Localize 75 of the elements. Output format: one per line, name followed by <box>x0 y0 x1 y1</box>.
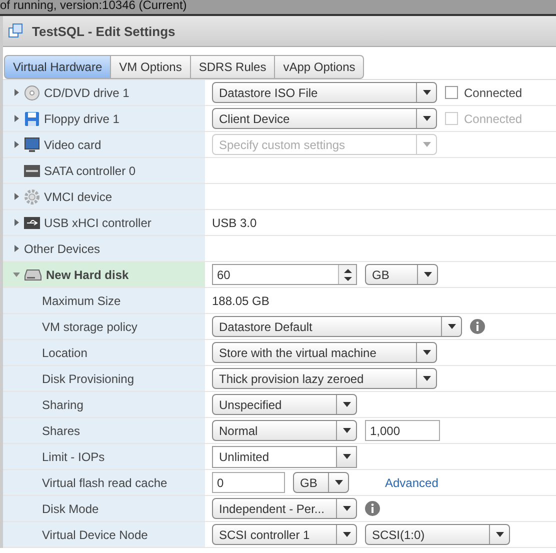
device-label: Video card <box>44 138 102 152</box>
dropdown[interactable]: Normal <box>212 420 357 441</box>
setting-label: Virtual Device Node <box>42 528 148 542</box>
connected-checkbox[interactable]: Connected <box>445 86 522 100</box>
dropdown[interactable]: SCSI(1:0) <box>365 524 510 545</box>
tab[interactable]: VM Options <box>111 55 191 79</box>
device-label: CD/DVD drive 1 <box>44 86 130 100</box>
setting-label: Disk Provisioning <box>42 372 134 386</box>
background-status-text: of running, version:10346 (Current) <box>0 0 187 11</box>
dropdown[interactable]: Thick provision lazy zeroed <box>212 368 437 389</box>
vm-icon <box>8 23 24 39</box>
device-label: New Hard disk <box>46 268 129 282</box>
caret-icon <box>422 116 430 121</box>
dropdown[interactable]: Client Device <box>212 108 437 129</box>
expand-caret-icon[interactable] <box>13 115 20 122</box>
floppy-icon <box>24 110 40 126</box>
caret-icon <box>422 376 430 381</box>
expand-caret-icon[interactable] <box>13 245 20 252</box>
size-spinner-field[interactable]: 60 <box>212 264 357 285</box>
setting-label: Location <box>42 346 88 360</box>
info-icon[interactable] <box>365 501 380 516</box>
caret-icon <box>422 90 430 95</box>
dropdown[interactable]: Unspecified <box>212 394 357 415</box>
advanced-link[interactable]: Advanced <box>385 476 438 490</box>
spinner-arrows-icon[interactable] <box>344 266 352 282</box>
controller-icon <box>24 164 40 176</box>
device-label: Floppy drive 1 <box>44 112 120 126</box>
setting-label: Disk Mode <box>42 502 99 516</box>
device-label: SATA controller 0 <box>44 164 136 178</box>
setting-label: VM storage policy <box>42 320 138 334</box>
value-text: 188.05 GB <box>212 294 270 308</box>
dropdown[interactable]: GB <box>365 264 438 285</box>
collapse-caret-icon[interactable] <box>13 271 20 278</box>
setting-label: Sharing <box>42 398 84 412</box>
expand-caret-icon[interactable] <box>13 193 20 200</box>
device-label: USB xHCI controller <box>44 216 152 230</box>
caret-icon <box>422 350 430 355</box>
tab[interactable]: Virtual Hardware <box>4 55 112 79</box>
caret-icon <box>342 402 350 407</box>
device-label: VMCI device <box>44 190 112 204</box>
caret-icon <box>424 272 432 277</box>
dropdown[interactable]: Datastore ISO File <box>212 82 437 103</box>
caret-icon <box>342 428 350 433</box>
tab[interactable]: SDRS Rules <box>190 55 276 79</box>
caret-icon <box>422 142 430 147</box>
gear-icon <box>24 188 40 204</box>
dropdown[interactable]: Store with the virtual machine <box>212 342 437 363</box>
window-title: TestSQL - Edit Settings <box>32 24 176 38</box>
info-icon[interactable] <box>470 319 485 334</box>
shares-input-field[interactable]: 1,000 <box>365 420 440 441</box>
caret-icon <box>496 532 504 537</box>
tab[interactable]: vApp Options <box>275 55 364 79</box>
dropdown[interactable]: Datastore Default <box>212 316 462 337</box>
disc-icon <box>24 84 40 100</box>
caret-icon <box>342 454 350 459</box>
caret-icon <box>342 532 350 537</box>
device-label: Other Devices <box>24 242 100 256</box>
caret-icon <box>448 324 456 329</box>
caret-icon <box>334 480 342 485</box>
expand-caret-icon[interactable] <box>13 141 20 148</box>
setting-label: Shares <box>42 424 80 438</box>
usb-icon <box>24 216 40 228</box>
expand-caret-icon[interactable] <box>13 89 20 96</box>
expand-caret-icon[interactable] <box>13 219 20 226</box>
dropdown[interactable]: Independent - Per... <box>212 498 357 519</box>
combo-box[interactable]: Unlimited <box>212 446 357 468</box>
setting-label: Maximum Size <box>42 294 121 308</box>
dropdown[interactable]: SCSI controller 1 <box>212 524 357 545</box>
setting-label: Limit - IOPs <box>42 450 105 464</box>
caret-icon <box>342 506 350 511</box>
cache-size-input-field[interactable]: 0 <box>212 472 285 493</box>
setting-label: Virtual flash read cache <box>42 476 168 490</box>
monitor-icon <box>24 136 40 152</box>
dropdown[interactable]: GB <box>293 472 349 493</box>
value-text: USB 3.0 <box>212 216 257 230</box>
